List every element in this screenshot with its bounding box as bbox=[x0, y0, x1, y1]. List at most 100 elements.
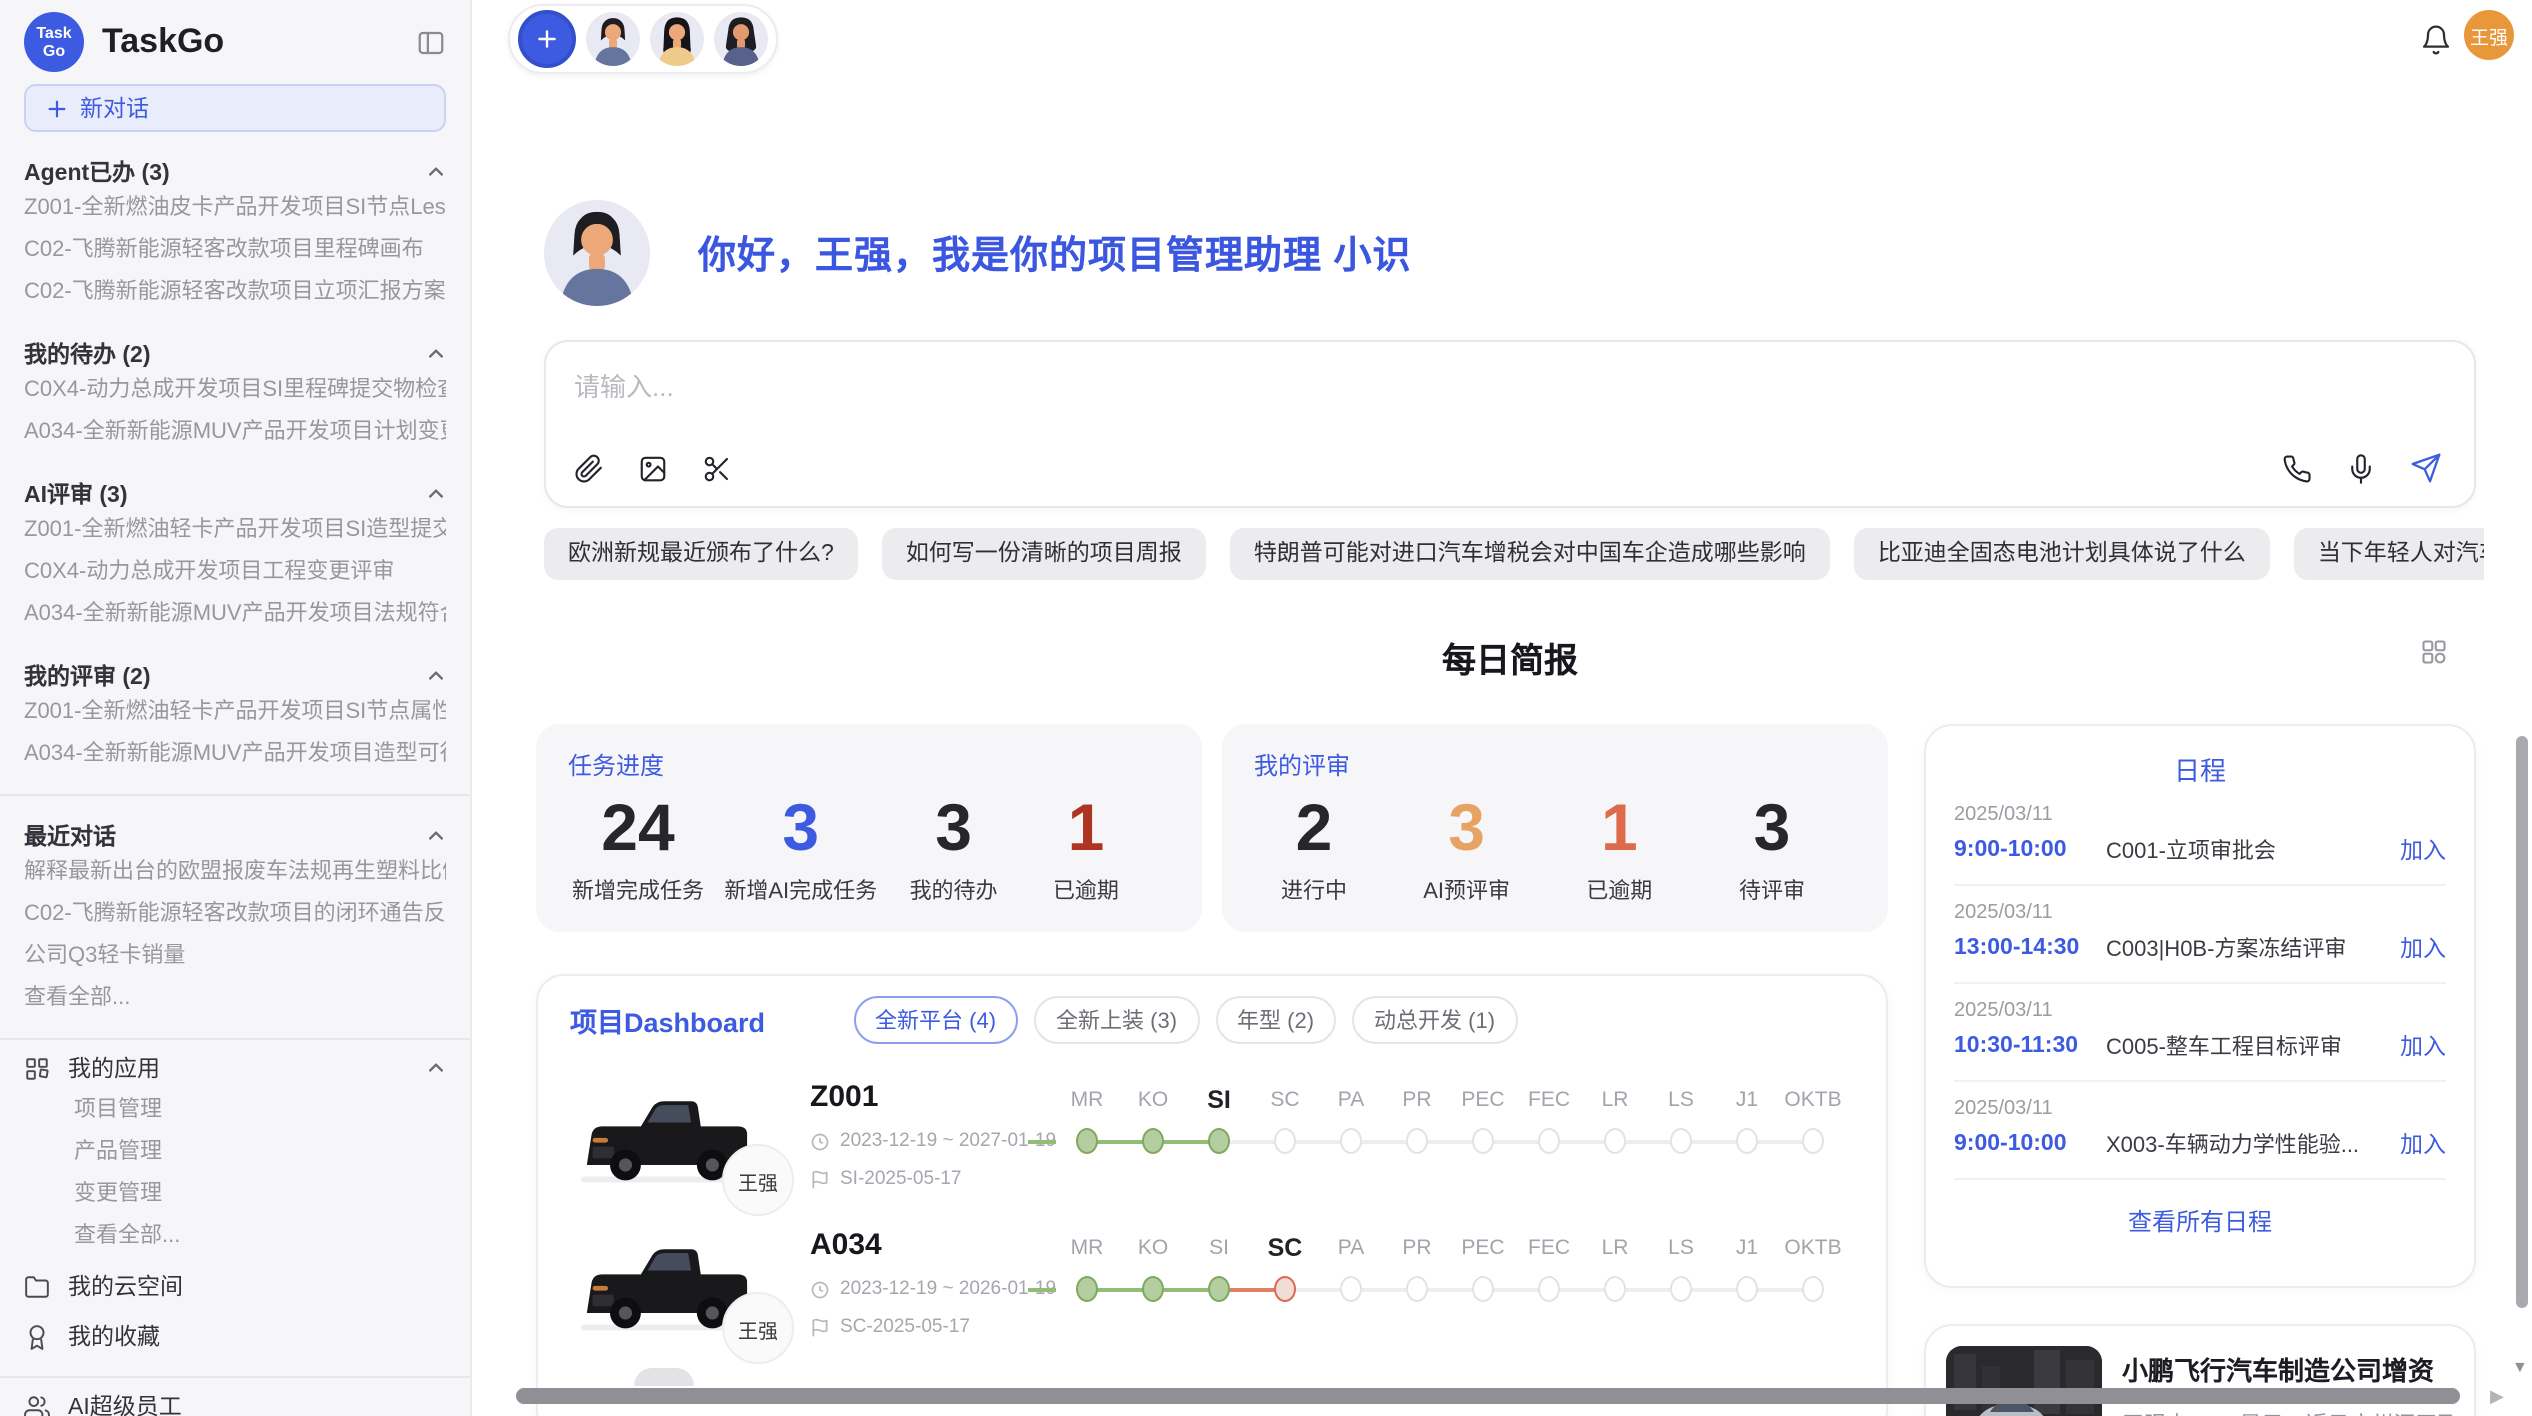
recent-view-all[interactable]: 查看全部... bbox=[24, 978, 446, 1020]
sidebar-item[interactable]: C0X4-动力总成开发项目工程变更评审 bbox=[24, 552, 446, 594]
milestone-dot[interactable] bbox=[1472, 1128, 1494, 1154]
logo-line1: Task bbox=[36, 24, 71, 42]
sidebar-item-my-cloud[interactable]: 我的云空间 bbox=[24, 1264, 446, 1308]
sidebar-item[interactable]: Z001-全新燃油轻卡产品开发项目SI节点属性5D文件评审 bbox=[24, 692, 446, 734]
milestone-label: SC bbox=[1252, 1232, 1318, 1266]
milestone-dot[interactable] bbox=[1604, 1128, 1626, 1154]
dashboard-tab[interactable]: 动总开发 (1) bbox=[1352, 996, 1517, 1044]
new-chat-button[interactable]: 新对话 bbox=[24, 84, 446, 132]
milestone-dot[interactable] bbox=[1340, 1128, 1362, 1154]
milestone-dot[interactable] bbox=[1406, 1128, 1428, 1154]
stat-value: 3 bbox=[724, 786, 877, 870]
milestone-dot[interactable] bbox=[1076, 1128, 1098, 1154]
project-row[interactable]: 王强Z0012023-12-19 ~ 2027-01-19SI-2025-05-… bbox=[570, 1080, 1854, 1192]
recent-chat-item[interactable]: 解释最新出台的欧盟报废车法规再生塑料比例被调至15%... bbox=[24, 852, 446, 894]
milestone-dot[interactable] bbox=[1538, 1276, 1560, 1302]
sidebar-item-my-favorites[interactable]: 我的收藏 bbox=[24, 1314, 446, 1358]
view-all-schedule-link[interactable]: 查看所有日程 bbox=[1954, 1204, 2446, 1238]
agent-avatar[interactable] bbox=[586, 12, 640, 66]
recent-header[interactable]: 最近对话 bbox=[24, 818, 446, 852]
join-meeting-link[interactable]: 加入 bbox=[2400, 834, 2446, 866]
schedule-item[interactable]: 2025/03/119:00-10:00C001-立项审批会加入 bbox=[1954, 804, 2446, 866]
sidebar-item-my-apps[interactable]: 我的应用 bbox=[24, 1046, 446, 1090]
sidebar-item[interactable]: C0X4-动力总成开发项目SI里程碑提交物检查 bbox=[24, 370, 446, 412]
milestone-dot[interactable] bbox=[1670, 1276, 1692, 1302]
horizontal-scrollbar[interactable] bbox=[516, 1388, 2460, 1404]
chat-input[interactable] bbox=[546, 342, 2474, 430]
sidebar-tool-item[interactable]: AI超级员工 bbox=[24, 1384, 446, 1416]
suggestion-chip[interactable]: 当下年轻人对汽车外观有怎样的喜好趋势 bbox=[2294, 528, 2484, 580]
sidebar-item[interactable]: A034-全新新能源MUV产品开发项目计划变更表编写 bbox=[24, 412, 446, 454]
app-sub-item[interactable]: 变更管理 bbox=[24, 1174, 446, 1216]
sidebar-collapse-icon[interactable] bbox=[416, 27, 446, 57]
milestone-dot[interactable] bbox=[1208, 1128, 1230, 1154]
dashboard-tab[interactable]: 年型 (2) bbox=[1215, 996, 1336, 1044]
schedule-item[interactable]: 2025/03/119:00-10:00X003-车辆动力学性能验...加入 bbox=[1954, 1098, 2446, 1160]
project-row[interactable]: 王强A0342023-12-19 ~ 2026-01-19SC-2025-05-… bbox=[570, 1228, 1854, 1340]
milestone-dot[interactable] bbox=[1340, 1276, 1362, 1302]
schedule-item[interactable]: 2025/03/1113:00-14:30C003|H0B-方案冻结评审加入 bbox=[1954, 902, 2446, 964]
suggestion-chip[interactable]: 特朗普可能对进口汽车增税会对中国车企造成哪些影响 bbox=[1230, 528, 1830, 580]
milestone-dot[interactable] bbox=[1670, 1128, 1692, 1154]
sidebar-item[interactable]: C02-飞腾新能源轻客改款项目立项汇报方案 bbox=[24, 272, 446, 314]
add-agent-button[interactable] bbox=[518, 10, 576, 68]
join-meeting-link[interactable]: 加入 bbox=[2400, 1128, 2446, 1160]
milestone-dot[interactable] bbox=[1274, 1128, 1296, 1154]
milestone-dot[interactable] bbox=[1604, 1276, 1626, 1302]
join-meeting-link[interactable]: 加入 bbox=[2400, 1030, 2446, 1062]
milestone-dot[interactable] bbox=[1802, 1128, 1824, 1154]
milestone-dot[interactable] bbox=[1406, 1276, 1428, 1302]
suggestion-chip[interactable]: 欧洲新规最近颁布了什么? bbox=[544, 528, 858, 580]
milestone-dot[interactable] bbox=[1142, 1128, 1164, 1154]
stat-card-title: 我的评审 bbox=[1254, 748, 1856, 782]
agent-avatar[interactable] bbox=[714, 12, 768, 66]
schedule-item[interactable]: 2025/03/1110:30-11:30C005-整车工程目标评审加入 bbox=[1954, 1000, 2446, 1062]
scroll-right-icon[interactable]: ▶ bbox=[2490, 1386, 2504, 1406]
recent-chat-item[interactable]: 公司Q3轻卡销量 bbox=[24, 936, 446, 978]
sidebar-section-header[interactable]: 我的评审 (2) bbox=[24, 658, 446, 692]
recent-chat-item[interactable]: C02-飞腾新能源轻客改款项目的闭环通告反馈情况 bbox=[24, 894, 446, 936]
user-avatar[interactable]: 王强 bbox=[2464, 10, 2514, 60]
app-sub-item[interactable]: 项目管理 bbox=[24, 1090, 446, 1132]
schedule-list: 2025/03/119:00-10:00C001-立项审批会加入 2025/03/… bbox=[1954, 804, 2446, 1180]
send-icon[interactable] bbox=[2410, 452, 2442, 484]
sidebar-item[interactable]: Z001-全新燃油轻卡产品开发项目SI造型提交物评审 bbox=[24, 510, 446, 552]
milestone-label: LS bbox=[1648, 1232, 1714, 1266]
dashboard-tab[interactable]: 全新平台 (4) bbox=[853, 996, 1018, 1044]
milestone-dot[interactable] bbox=[1472, 1276, 1494, 1302]
app-sub-item[interactable]: 查看全部... bbox=[24, 1216, 446, 1258]
suggestion-chip[interactable]: 如何写一份清晰的项目周报 bbox=[882, 528, 1206, 580]
milestone-dot[interactable] bbox=[1736, 1276, 1758, 1302]
stat-item: 3AI预评审 bbox=[1411, 786, 1523, 906]
vertical-scrollbar[interactable] bbox=[2516, 736, 2528, 1308]
milestone-dot[interactable] bbox=[1208, 1276, 1230, 1302]
briefing-grid-icon[interactable] bbox=[2420, 638, 2448, 666]
milestone-dot[interactable] bbox=[1274, 1276, 1296, 1302]
sidebar-item[interactable]: A034-全新新能源MUV产品开发项目造型可行性评审 bbox=[24, 734, 446, 776]
phone-icon[interactable] bbox=[2282, 453, 2312, 483]
join-meeting-link[interactable]: 加入 bbox=[2400, 932, 2446, 964]
app-sub-item[interactable]: 产品管理 bbox=[24, 1132, 446, 1174]
agent-avatar[interactable] bbox=[650, 12, 704, 66]
scissors-icon[interactable] bbox=[702, 454, 732, 484]
sidebar-section-header[interactable]: AI评审 (3) bbox=[24, 476, 446, 510]
mic-icon[interactable] bbox=[2346, 453, 2376, 483]
image-icon[interactable] bbox=[638, 454, 668, 484]
sidebar-section-header[interactable]: 我的待办 (2) bbox=[24, 336, 446, 370]
sidebar-item[interactable]: A034-全新新能源MUV产品开发项目法规符合性评审 bbox=[24, 594, 446, 636]
sidebar-section-header[interactable]: Agent已办 (3) bbox=[24, 154, 446, 188]
paperclip-icon[interactable] bbox=[574, 454, 604, 484]
dashboard-tab[interactable]: 全新上装 (3) bbox=[1034, 996, 1199, 1044]
project-dashboard-card: 项目Dashboard 全新平台 (4)全新上装 (3)年型 (2)动总开发 (… bbox=[536, 974, 1888, 1416]
recent-items: 解释最新出台的欧盟报废车法规再生塑料比例被调至15%...C02-飞腾新能源轻客… bbox=[24, 852, 446, 978]
milestone-dot[interactable] bbox=[1538, 1128, 1560, 1154]
milestone-dot[interactable] bbox=[1142, 1276, 1164, 1302]
scroll-down-icon[interactable]: ▼ bbox=[2512, 1358, 2528, 1376]
sidebar-item[interactable]: C02-飞腾新能源轻客改款项目里程碑画布 bbox=[24, 230, 446, 272]
milestone-dot[interactable] bbox=[1736, 1128, 1758, 1154]
milestone-dot[interactable] bbox=[1076, 1276, 1098, 1302]
suggestion-chip[interactable]: 比亚迪全固态电池计划具体说了什么 bbox=[1854, 528, 2270, 580]
sidebar-item[interactable]: Z001-全新燃油皮卡产品开发项目SI节点Lesson Learn报告 bbox=[24, 188, 446, 230]
milestone-dot[interactable] bbox=[1802, 1276, 1824, 1302]
notification-bell-icon[interactable] bbox=[2420, 24, 2452, 56]
